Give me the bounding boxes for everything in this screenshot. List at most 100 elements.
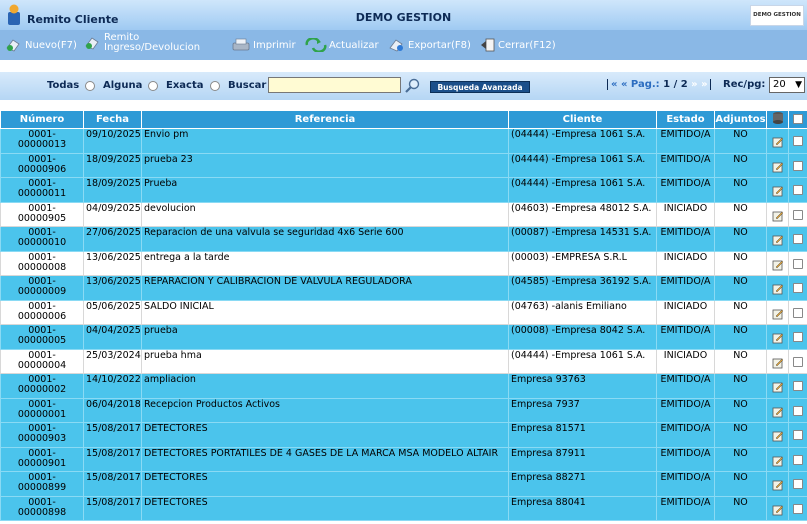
new-button[interactable]: Nuevo(F7) bbox=[5, 38, 77, 52]
export-button[interactable]: Exportar(F8) bbox=[388, 38, 471, 52]
row-checkbox[interactable] bbox=[793, 503, 803, 514]
cell-edit[interactable] bbox=[766, 471, 789, 497]
table-row[interactable]: 0001- 00000906 18/09/2025 prueba 23 (04444) … bbox=[0, 152, 807, 178]
row-checkbox[interactable] bbox=[793, 332, 803, 342]
advanced-search-button[interactable]: Busqueda Avanzada bbox=[430, 81, 530, 93]
edit-icon[interactable] bbox=[772, 430, 784, 442]
table-row[interactable]: 0001- 00000010 27/06/2025 Reparacion de una… bbox=[0, 226, 807, 252]
edit-icon[interactable] bbox=[772, 406, 784, 418]
edit-icon[interactable] bbox=[772, 332, 784, 344]
row-checkbox[interactable] bbox=[793, 136, 803, 146]
cell-edit[interactable] bbox=[766, 495, 789, 521]
table-row[interactable]: 0001- 00000899 15/08/2017 DETECTORES Empresa… bbox=[0, 471, 807, 497]
cell-select[interactable] bbox=[788, 397, 807, 423]
remito-ingreso-button[interactable]: Remito Ingreso/Devolucion bbox=[84, 33, 200, 53]
option-alguna[interactable]: Alguna bbox=[103, 80, 159, 91]
table-row[interactable]: 0001- 00000901 15/08/2017 DETECTORES PORTAT… bbox=[0, 446, 807, 472]
cell-edit[interactable] bbox=[766, 128, 789, 154]
option-exacta[interactable]: Exacta bbox=[166, 80, 220, 91]
cell-select[interactable] bbox=[788, 226, 807, 252]
table-row[interactable]: 0001- 00000903 15/08/2017 DETECTORES Empresa… bbox=[0, 422, 807, 448]
table-row[interactable]: 0001- 00000009 13/06/2025 REPARACION Y CALI… bbox=[0, 275, 807, 301]
search-input[interactable] bbox=[268, 77, 401, 93]
row-checkbox[interactable] bbox=[793, 258, 803, 269]
cell-edit[interactable] bbox=[766, 152, 789, 178]
col-numero[interactable]: Número bbox=[0, 110, 84, 129]
col-estado[interactable]: Estado bbox=[656, 110, 715, 129]
edit-icon[interactable] bbox=[772, 136, 784, 148]
edit-icon[interactable] bbox=[772, 308, 784, 320]
row-checkbox[interactable] bbox=[793, 307, 803, 318]
edit-icon[interactable] bbox=[772, 357, 784, 369]
table-row[interactable]: 0001- 00000898 15/08/2017 DETECTORES Empresa… bbox=[0, 495, 807, 521]
cell-edit[interactable] bbox=[766, 177, 789, 203]
cell-select[interactable] bbox=[788, 128, 807, 154]
radio-todas[interactable] bbox=[85, 80, 96, 91]
col-referencia[interactable]: Referencia bbox=[141, 110, 509, 129]
cell-edit[interactable] bbox=[766, 299, 789, 325]
cell-edit[interactable] bbox=[766, 397, 789, 423]
cell-edit[interactable] bbox=[766, 275, 789, 301]
cell-select[interactable] bbox=[788, 177, 807, 203]
table-row[interactable]: 0001- 00000002 14/10/2022 ampliacion Empresa… bbox=[0, 373, 807, 399]
table-row[interactable]: 0001- 00000008 13/06/2025 entrega a la tard… bbox=[0, 250, 807, 276]
cell-select[interactable] bbox=[788, 348, 807, 374]
col-fecha[interactable]: Fecha bbox=[83, 110, 142, 129]
row-checkbox[interactable] bbox=[793, 356, 803, 367]
print-button[interactable]: Imprimir bbox=[231, 38, 296, 52]
edit-icon[interactable] bbox=[772, 234, 784, 246]
row-checkbox[interactable] bbox=[793, 454, 803, 465]
cell-select[interactable] bbox=[788, 250, 807, 276]
cell-select[interactable] bbox=[788, 299, 807, 325]
row-checkbox[interactable] bbox=[793, 381, 803, 391]
row-checkbox[interactable] bbox=[793, 209, 803, 220]
col-adjuntos[interactable]: Adjuntos bbox=[714, 110, 767, 129]
cell-select[interactable] bbox=[788, 152, 807, 178]
cell-edit[interactable] bbox=[766, 201, 789, 227]
cell-edit[interactable] bbox=[766, 226, 789, 252]
table-row[interactable]: 0001- 00000011 18/09/2025 Prueba (04444) -Em… bbox=[0, 177, 807, 203]
edit-icon[interactable] bbox=[772, 161, 784, 173]
table-row[interactable]: 0001- 00000006 05/06/2025 SALDO INICIAL (047… bbox=[0, 299, 807, 325]
row-checkbox[interactable] bbox=[793, 234, 803, 244]
row-checkbox[interactable] bbox=[793, 479, 803, 489]
radio-alguna[interactable] bbox=[148, 80, 159, 91]
radio-exacta[interactable] bbox=[209, 80, 220, 91]
records-per-page-select[interactable]: 20 ▼ bbox=[769, 77, 805, 93]
cell-edit[interactable] bbox=[766, 446, 789, 472]
row-checkbox[interactable] bbox=[793, 283, 803, 293]
edit-icon[interactable] bbox=[772, 455, 784, 467]
edit-icon[interactable] bbox=[772, 210, 784, 222]
refresh-button[interactable]: Actualizar bbox=[305, 38, 379, 52]
cell-select[interactable] bbox=[788, 471, 807, 497]
table-row[interactable]: 0001- 00000001 06/04/2018 Recepcion Product… bbox=[0, 397, 807, 423]
table-row[interactable]: 0001- 00000013 09/10/2025 Envio pm (04444) -… bbox=[0, 128, 807, 154]
cell-edit[interactable] bbox=[766, 373, 789, 399]
cell-select[interactable] bbox=[788, 373, 807, 399]
edit-icon[interactable] bbox=[772, 381, 784, 393]
edit-icon[interactable] bbox=[772, 185, 784, 197]
cell-edit[interactable] bbox=[766, 422, 789, 448]
edit-icon[interactable] bbox=[772, 504, 784, 516]
cell-select[interactable] bbox=[788, 275, 807, 301]
row-checkbox[interactable] bbox=[793, 185, 803, 195]
table-row[interactable]: 0001- 00000905 04/09/2025 devolucion (04603)… bbox=[0, 201, 807, 227]
table-row[interactable]: 0001- 00000004 25/03/2024 prueba hma (04444)… bbox=[0, 348, 807, 374]
cell-edit[interactable] bbox=[766, 250, 789, 276]
row-checkbox[interactable] bbox=[793, 160, 803, 171]
cell-edit[interactable] bbox=[766, 324, 789, 350]
row-checkbox[interactable] bbox=[793, 430, 803, 440]
pager-prev[interactable]: « « Pag.: bbox=[611, 79, 660, 90]
cell-select[interactable] bbox=[788, 422, 807, 448]
edit-icon[interactable] bbox=[772, 479, 784, 491]
table-row[interactable]: 0001- 00000005 04/04/2025 prueba (00008) -Em… bbox=[0, 324, 807, 350]
cell-select[interactable] bbox=[788, 495, 807, 521]
cell-select[interactable] bbox=[788, 201, 807, 227]
col-cliente[interactable]: Cliente bbox=[508, 110, 657, 129]
search-icon[interactable] bbox=[404, 78, 420, 94]
cell-edit[interactable] bbox=[766, 348, 789, 374]
row-checkbox[interactable] bbox=[793, 405, 803, 416]
cell-select[interactable] bbox=[788, 324, 807, 350]
cell-select[interactable] bbox=[788, 446, 807, 472]
select-all-checkbox[interactable] bbox=[793, 114, 803, 124]
